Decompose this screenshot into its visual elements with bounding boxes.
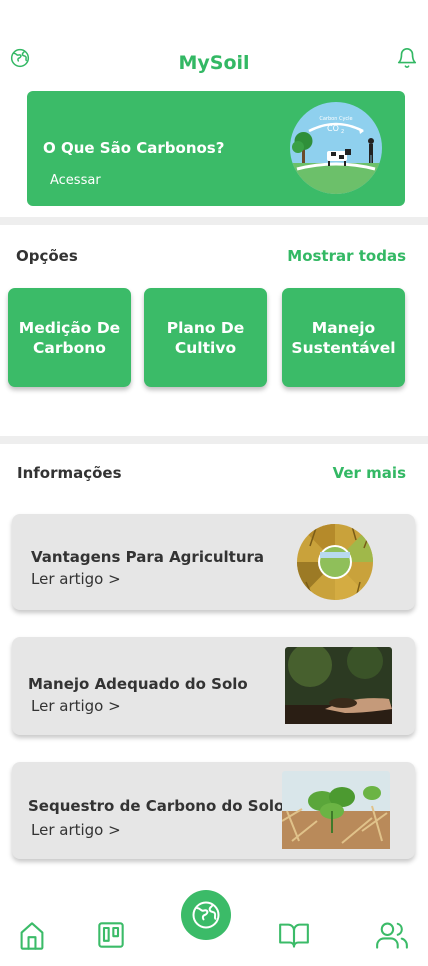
center-globe-button[interactable] xyxy=(181,890,231,940)
app-title: MySoil xyxy=(178,52,250,74)
article-title: Sequestro de Carbono do Solo xyxy=(28,797,285,815)
show-all-link[interactable]: Mostrar todas xyxy=(287,247,406,265)
read-article-link[interactable]: Ler artigo > xyxy=(31,570,121,588)
co2-subscript: 2 xyxy=(341,129,344,135)
info-section-title: Informações xyxy=(17,464,122,482)
article-title: Manejo Adequado do Solo xyxy=(28,675,248,693)
book-icon[interactable] xyxy=(279,922,309,948)
home-icon[interactable] xyxy=(18,921,46,951)
options-section-title: Opções xyxy=(16,247,78,265)
see-more-link[interactable]: Ver mais xyxy=(333,464,406,482)
option-carbon-measurement[interactable]: Medição De Carbono xyxy=(8,288,131,387)
globe-icon xyxy=(192,901,220,929)
banner-access-link[interactable]: Acessar xyxy=(50,173,101,188)
section-divider xyxy=(0,436,428,444)
soil-hand-image xyxy=(285,647,392,724)
soybean-seedling-image xyxy=(282,771,390,849)
bell-icon[interactable] xyxy=(396,46,418,70)
option-label: Manejo Sustentável xyxy=(291,318,396,357)
section-divider xyxy=(0,217,428,225)
option-label: Medição De Carbono xyxy=(18,318,121,357)
users-icon[interactable] xyxy=(376,921,408,949)
read-article-link[interactable]: Ler artigo > xyxy=(31,697,121,715)
carbon-cycle-label: Carbon Cycle xyxy=(319,116,352,122)
read-article-link[interactable]: Ler artigo > xyxy=(31,821,121,839)
option-sustainable-management[interactable]: Manejo Sustentável xyxy=(282,288,405,387)
co2-formula: CO xyxy=(327,124,339,133)
board-icon[interactable] xyxy=(97,921,125,949)
banner-title: O Que São Carbonos? xyxy=(43,139,225,157)
carbon-cycle-illustration: Carbon Cycle CO 2 xyxy=(290,102,382,194)
option-label: Plano De Cultivo xyxy=(166,318,245,357)
app-header: MySoil xyxy=(0,0,428,90)
article-card[interactable]: Vantagens Para Agricultura Ler artigo > xyxy=(12,514,415,610)
option-cultivation-plan[interactable]: Plano De Cultivo xyxy=(144,288,267,387)
wheat-collage-image xyxy=(297,524,373,600)
article-title: Vantagens Para Agricultura xyxy=(31,548,265,566)
article-card[interactable]: Sequestro de Carbono do Solo Ler artigo … xyxy=(12,762,415,859)
carbon-banner[interactable]: O Que São Carbonos? Acessar Carbon Cycle… xyxy=(27,91,405,206)
article-card[interactable]: Manejo Adequado do Solo Ler artigo > xyxy=(12,637,415,735)
